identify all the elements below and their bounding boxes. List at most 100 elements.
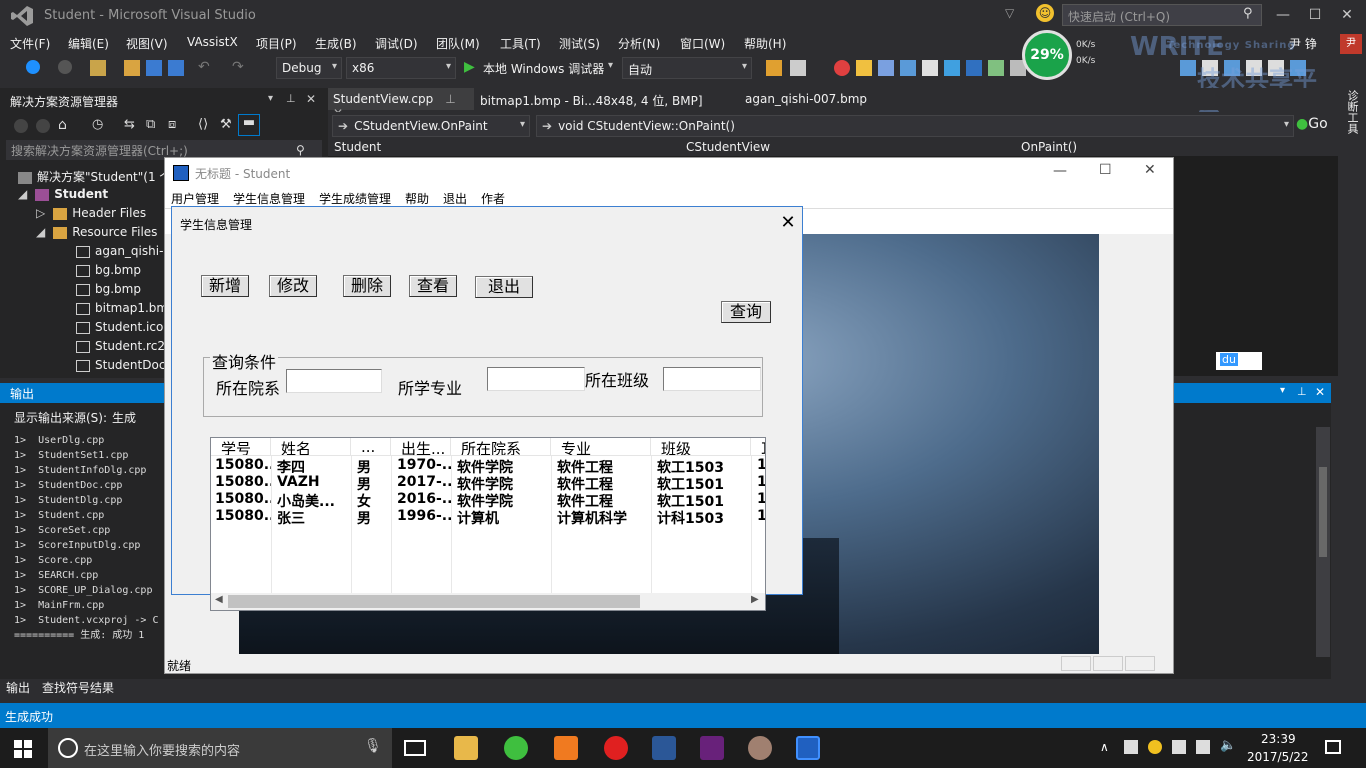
code-icon[interactable]: ⟨⟩ bbox=[198, 117, 208, 132]
class-combo[interactable]: ➔ CStudentView.OnPaint bbox=[332, 115, 530, 137]
maximize-button[interactable]: ☐ bbox=[1300, 4, 1330, 26]
menu-debug[interactable]: 调试(D) bbox=[375, 35, 418, 52]
task-view-icon[interactable] bbox=[404, 740, 426, 756]
menu-project[interactable]: 项目(P) bbox=[256, 35, 297, 52]
menu-file[interactable]: 文件(F) bbox=[10, 35, 50, 52]
menu-window[interactable]: 窗口(W) bbox=[680, 35, 725, 52]
menu-author[interactable]: 作者 bbox=[481, 190, 505, 207]
clock-date[interactable]: 2017/5/22 bbox=[1247, 750, 1309, 764]
config-combo[interactable]: Debug bbox=[276, 57, 342, 79]
tree-header-files[interactable]: ▷ Header Files bbox=[36, 206, 146, 225]
feedback-smiley-icon[interactable]: ☺ bbox=[1036, 4, 1054, 22]
menu-edit[interactable]: 编辑(E) bbox=[68, 35, 109, 52]
new-project-icon[interactable] bbox=[90, 60, 106, 76]
scroll-right-icon[interactable]: ▶ bbox=[751, 594, 759, 605]
tree-project-student[interactable]: ◢ Student bbox=[18, 187, 108, 206]
menu-analyze[interactable]: 分析(N) bbox=[618, 35, 660, 52]
open-folder-icon[interactable] bbox=[124, 60, 140, 76]
quick-launch-input[interactable]: 快速启动 (Ctrl+Q) bbox=[1062, 4, 1262, 26]
pin-icon[interactable]: ⊥ bbox=[1297, 385, 1307, 398]
tree-file[interactable]: bg.bmp bbox=[76, 282, 141, 301]
tray-icon-2[interactable] bbox=[1148, 740, 1162, 754]
tab-agan-qishi[interactable]: agan_qishi-007.bmp bbox=[745, 92, 867, 106]
column-header-class[interactable]: 班级 bbox=[651, 438, 751, 456]
tab-output[interactable]: 输出 bbox=[6, 679, 30, 696]
file-explorer-icon[interactable] bbox=[454, 736, 478, 760]
scroll-left-icon[interactable]: ◀ bbox=[215, 594, 223, 605]
menu-help[interactable]: 帮助 bbox=[405, 190, 429, 207]
panel-dropdown-icon[interactable]: ▾ bbox=[268, 93, 273, 104]
forward-icon[interactable] bbox=[58, 60, 72, 74]
tab-bitmap1[interactable]: bitmap1.bmp - Bi...48x48, 4 位, BMP] bbox=[480, 92, 703, 109]
search-icon[interactable]: ⚲ bbox=[1243, 6, 1253, 21]
tool-icon-3[interactable] bbox=[834, 60, 850, 76]
tool-icon-5[interactable] bbox=[878, 60, 894, 76]
scrollbar-thumb[interactable] bbox=[228, 595, 640, 608]
browser-icon[interactable] bbox=[504, 736, 528, 760]
tray-icon-1[interactable] bbox=[1124, 740, 1138, 754]
student-app-icon[interactable] bbox=[796, 736, 820, 760]
windows-start-icon[interactable] bbox=[14, 740, 32, 758]
minimize-button[interactable]: — bbox=[1268, 4, 1298, 26]
start-debug-button[interactable]: 本地 Windows 调试器 bbox=[483, 60, 604, 77]
method-combo[interactable]: ➔ void CStudentView::OnPaint() bbox=[536, 115, 1294, 137]
solution-config-combo[interactable]: 自动 bbox=[622, 57, 752, 79]
pdf-app-icon[interactable] bbox=[554, 736, 578, 760]
panel-dropdown-icon[interactable]: ▾ bbox=[1280, 385, 1285, 396]
column-header-extra[interactable]: 耳 bbox=[751, 438, 765, 456]
preview-icon[interactable]: ▬ bbox=[238, 114, 260, 136]
close-button[interactable]: ✕ bbox=[1332, 4, 1362, 26]
exit-button[interactable]: 退出 bbox=[475, 276, 533, 298]
filter-icon[interactable]: ▽ bbox=[1005, 6, 1014, 20]
tool-icon-2[interactable] bbox=[790, 60, 806, 76]
menu-student-score[interactable]: 学生成绩管理 bbox=[319, 190, 391, 207]
scope-class[interactable]: CStudentView bbox=[686, 140, 770, 154]
platform-combo[interactable]: x86 bbox=[346, 57, 456, 79]
tool-icon-10[interactable] bbox=[988, 60, 1004, 76]
tab-find-symbol-results[interactable]: 查找符号结果 bbox=[42, 679, 114, 696]
tool-icon-9[interactable] bbox=[966, 60, 982, 76]
cpu-usage-widget[interactable]: 29% bbox=[1022, 30, 1072, 80]
delete-button[interactable]: 删除 bbox=[343, 275, 391, 297]
show-all-icon[interactable]: ⧈ bbox=[168, 117, 176, 132]
menu-vassistx[interactable]: VAssistX bbox=[187, 35, 238, 49]
properties-icon[interactable]: ⚒ bbox=[220, 117, 232, 132]
tree-resource-files[interactable]: ◢ Resource Files bbox=[36, 225, 157, 244]
start-debug-icon[interactable]: ▶ bbox=[464, 60, 480, 76]
tree-file[interactable]: Student.ico bbox=[76, 320, 163, 339]
class-input[interactable] bbox=[663, 367, 761, 391]
diagnostic-tools-tab[interactable]: 诊断工具 bbox=[1344, 90, 1360, 134]
add-button[interactable]: 新增 bbox=[201, 275, 249, 297]
forward-icon[interactable] bbox=[36, 119, 50, 133]
notification-icon[interactable] bbox=[1325, 740, 1341, 754]
visual-studio-icon[interactable] bbox=[700, 736, 724, 760]
tray-expand-icon[interactable]: ∧ bbox=[1100, 740, 1109, 754]
output-source-combo[interactable]: 生成 bbox=[112, 409, 136, 426]
badge-icon[interactable]: 尹 bbox=[1340, 34, 1362, 54]
redo-icon[interactable]: ↷ bbox=[232, 60, 248, 76]
undo-icon[interactable]: ↶ bbox=[198, 60, 214, 76]
microphone-icon[interactable]: 🎙 bbox=[364, 738, 382, 754]
pin-icon[interactable]: ⊥ bbox=[286, 92, 296, 105]
save-all-icon[interactable] bbox=[168, 60, 184, 76]
column-header-gender[interactable]: ... bbox=[351, 438, 391, 456]
dept-input[interactable] bbox=[286, 369, 382, 393]
run-dropdown-icon[interactable]: ▾ bbox=[608, 60, 613, 71]
tree-file[interactable]: bitmap1.bmp bbox=[76, 301, 176, 320]
history-icon[interactable]: ◷ bbox=[92, 117, 103, 132]
search-icon[interactable]: ⚲ bbox=[296, 143, 305, 157]
tab-studentview[interactable]: StudentView.cpp⊥ ✕ bbox=[328, 88, 474, 120]
app-minimize-button[interactable]: — bbox=[1053, 163, 1067, 179]
tool-icon-1[interactable] bbox=[766, 60, 782, 76]
scrollbar-thumb[interactable] bbox=[1319, 467, 1327, 557]
tree-file[interactable]: bg.bmp bbox=[76, 263, 141, 282]
menu-user-manage[interactable]: 用户管理 bbox=[171, 190, 219, 207]
volume-icon[interactable]: 🔈 bbox=[1220, 738, 1236, 753]
save-icon[interactable] bbox=[146, 60, 162, 76]
horizontal-scrollbar[interactable]: ◀ ▶ bbox=[211, 593, 765, 610]
home-icon[interactable]: ⌂ bbox=[58, 117, 67, 133]
column-header-birth[interactable]: 出生... bbox=[391, 438, 451, 456]
sync-icon[interactable]: ⇆ bbox=[124, 117, 135, 132]
menu-exit[interactable]: 退出 bbox=[443, 190, 467, 207]
output-scrollbar[interactable] bbox=[1316, 427, 1330, 657]
